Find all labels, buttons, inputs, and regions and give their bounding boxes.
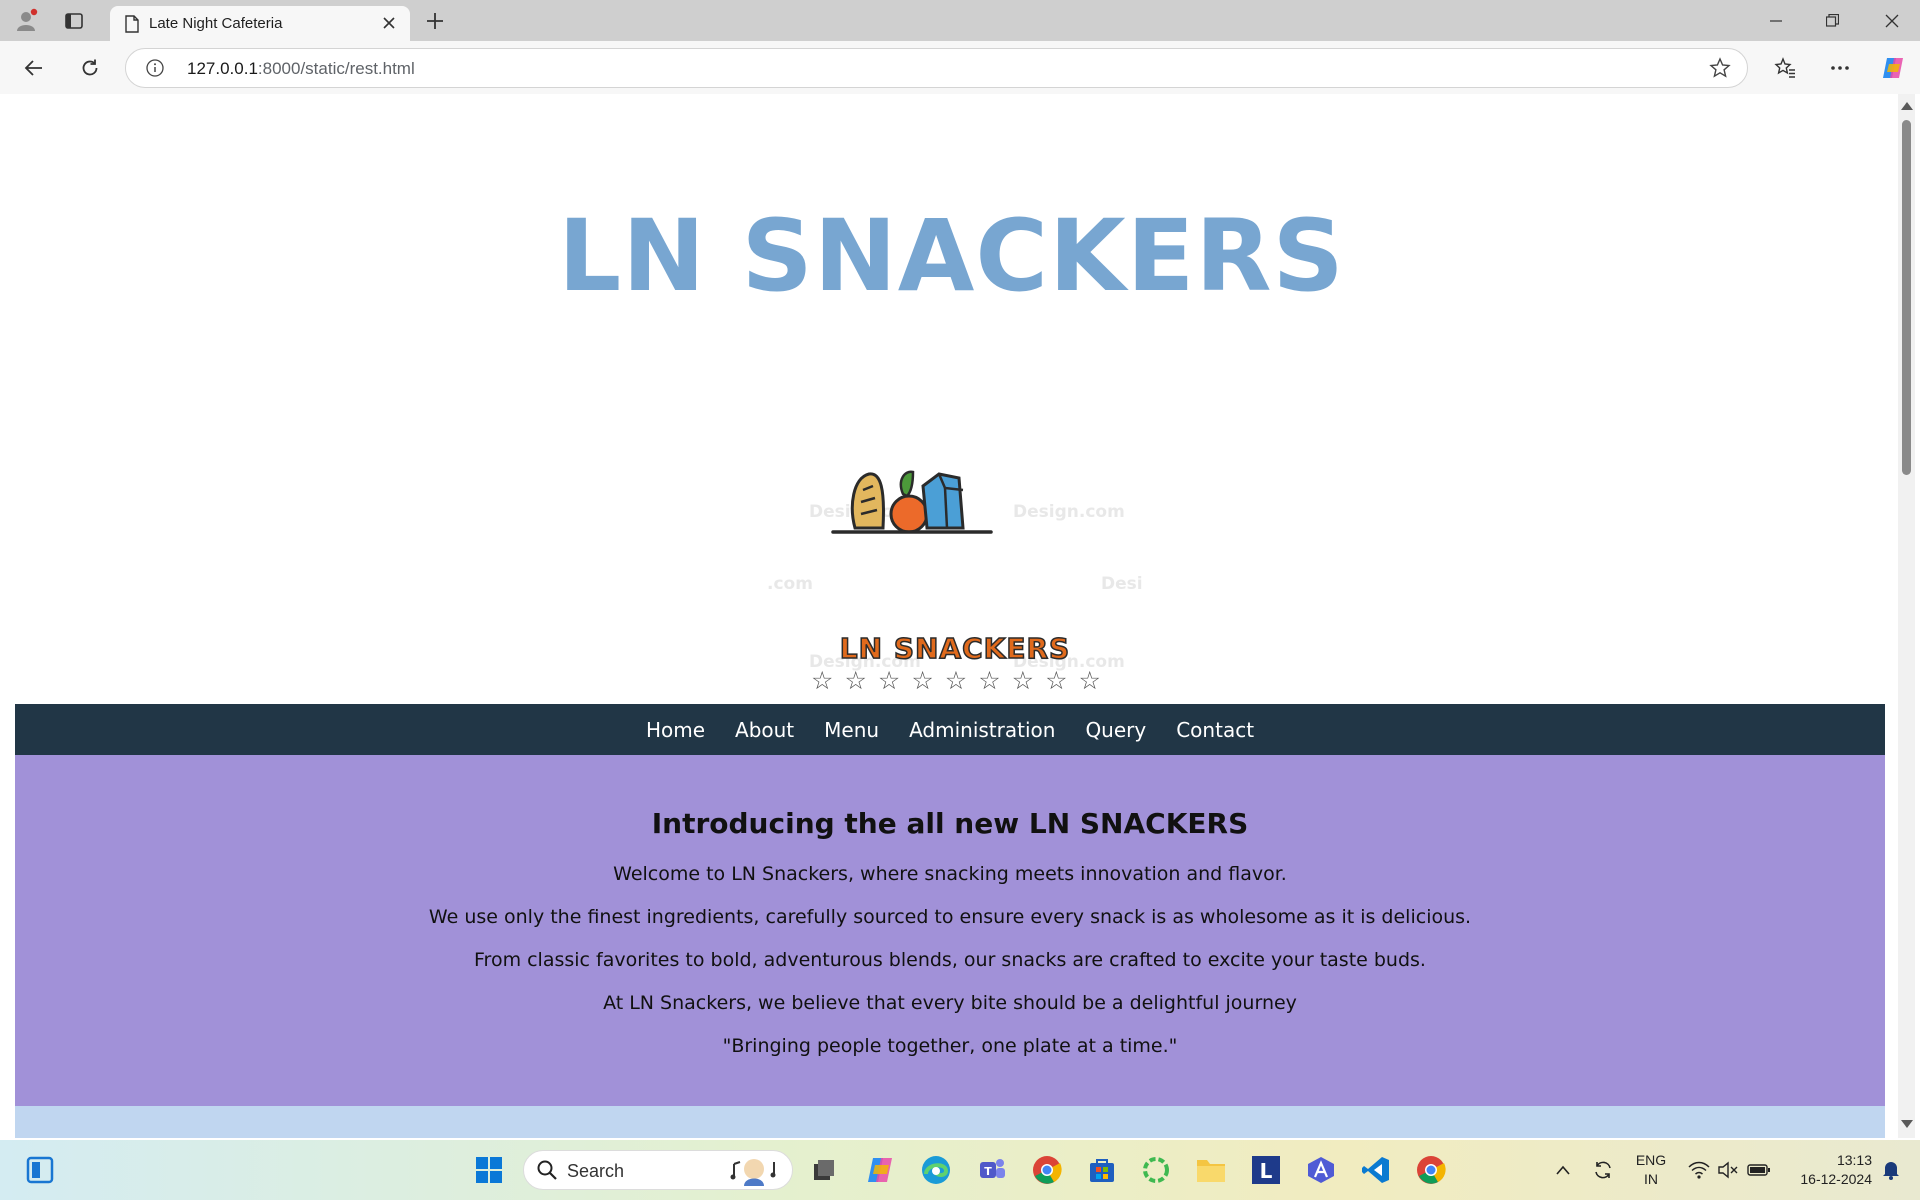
favorites-icon[interactable] — [1767, 50, 1803, 86]
copilot-app-icon[interactable] — [860, 1150, 900, 1190]
intro-heading: Introducing the all new LN SNACKERS — [651, 807, 1249, 840]
teams-icon[interactable]: T — [972, 1150, 1012, 1190]
store-icon[interactable] — [1082, 1150, 1122, 1190]
nav-link-menu[interactable]: Menu — [824, 718, 879, 742]
clock-date: 16-12-2024 — [1800, 1171, 1872, 1187]
browser-toolbar: 127.0.0.1:8000/static/rest.html — [0, 41, 1920, 94]
show-hidden-icons-icon[interactable] — [1548, 1140, 1578, 1200]
groceries-icon — [831, 470, 993, 534]
watermark-text: .com — [767, 574, 813, 594]
svg-text:L: L — [1260, 1159, 1273, 1183]
svg-text:T: T — [984, 1165, 992, 1178]
tab-title: Late Night Cafeteria — [149, 15, 283, 32]
language-code: ENG — [1635, 1152, 1667, 1168]
edge-icon[interactable] — [916, 1150, 956, 1190]
nav-link-contact[interactable]: Contact — [1176, 718, 1254, 742]
vscode-icon[interactable] — [1356, 1150, 1396, 1190]
back-icon[interactable] — [16, 50, 52, 86]
widgets-icon[interactable] — [20, 1150, 60, 1190]
favorite-star-icon[interactable] — [1709, 57, 1731, 83]
nav-link-query[interactable]: Query — [1085, 718, 1146, 742]
windows-start-icon[interactable] — [469, 1150, 509, 1190]
sync-icon[interactable] — [1586, 1140, 1620, 1200]
new-tab-icon[interactable] — [420, 6, 450, 36]
reload-icon[interactable] — [72, 50, 108, 86]
search-highlight-icon — [730, 1156, 782, 1190]
close-tab-icon[interactable] — [378, 12, 400, 34]
star-icon: ☆ — [844, 666, 867, 695]
windows-taskbar: Search T L ENG IN 13:13 16-12-2024 — [0, 1140, 1920, 1200]
star-icon: ☆ — [1011, 666, 1035, 695]
intro-line: At LN Snackers, we believe that every bi… — [603, 992, 1297, 1014]
taskbar-search-box[interactable]: Search — [523, 1150, 793, 1190]
wifi-icon[interactable] — [1684, 1140, 1714, 1200]
star-icon: ☆ — [944, 666, 968, 695]
nav-link-home[interactable]: Home — [646, 718, 705, 742]
language-indicator[interactable]: ENG IN — [1627, 1140, 1675, 1200]
watermark-text: Desi — [1101, 574, 1143, 594]
restore-icon[interactable] — [1804, 0, 1860, 41]
star-icon: ☆ — [911, 666, 934, 695]
search-icon — [536, 1159, 558, 1185]
search-placeholder: Search — [567, 1161, 625, 1181]
more-options-icon[interactable] — [1822, 50, 1858, 86]
tab-actions-icon[interactable] — [59, 6, 89, 36]
site-info-icon[interactable] — [146, 59, 164, 81]
url-text[interactable]: 127.0.0.1:8000/static/rest.html — [187, 59, 415, 79]
page-icon — [124, 15, 140, 37]
star-icon: ☆ — [811, 666, 834, 695]
address-bar[interactable]: 127.0.0.1:8000/static/rest.html — [125, 48, 1748, 88]
region-code: IN — [1644, 1171, 1658, 1187]
scroll-up-arrow-icon[interactable] — [1901, 102, 1913, 110]
page-viewport: LN SNACKERS Design.com Design.com .com D… — [5, 94, 1898, 1138]
a-app-icon[interactable] — [1301, 1150, 1341, 1190]
clock-time: 13:13 — [1836, 1152, 1872, 1168]
green-ring-app-icon[interactable] — [1136, 1150, 1176, 1190]
intro-line: Welcome to LN Snackers, where snacking m… — [613, 863, 1287, 885]
active-tab[interactable]: Late Night Cafeteria — [110, 6, 410, 41]
chrome-icon[interactable] — [1027, 1150, 1067, 1190]
browser-tab-bar: Late Night Cafeteria — [0, 0, 1920, 41]
intro-quote: "Bringing people together, one plate at … — [722, 1035, 1178, 1057]
rating-stars: ☆ ☆ ☆ ☆ ☆ ☆ ☆ ☆ ☆ — [811, 668, 1101, 693]
scroll-down-arrow-icon[interactable] — [1901, 1120, 1913, 1128]
star-icon: ☆ — [1045, 666, 1068, 695]
nav-link-administration[interactable]: Administration — [909, 718, 1055, 742]
site-title: LN SNACKERS — [558, 199, 1345, 314]
notification-bell-icon[interactable] — [1874, 1140, 1908, 1200]
copilot-icon[interactable] — [1875, 50, 1911, 86]
logo: Design.com Design.com .com Desi Design.c… — [745, 394, 1165, 744]
l-app-icon[interactable]: L — [1246, 1150, 1286, 1190]
logo-brand-text: LN SNACKERS — [839, 631, 1071, 666]
profile-icon[interactable] — [12, 6, 42, 36]
system-clock[interactable]: 13:13 16-12-2024 — [1776, 1140, 1872, 1200]
battery-icon[interactable] — [1744, 1140, 1774, 1200]
chrome-2-icon[interactable] — [1411, 1150, 1451, 1190]
scrollbar-thumb[interactable] — [1902, 120, 1911, 475]
intro-section: Introducing the all new LN SNACKERS Welc… — [15, 755, 1885, 1106]
next-section — [15, 1106, 1885, 1138]
intro-line: We use only the finest ingredients, care… — [428, 906, 1472, 928]
star-icon: ☆ — [978, 666, 1001, 695]
watermark-text: Design.com — [1013, 502, 1125, 522]
nav-link-about[interactable]: About — [735, 718, 794, 742]
minimize-icon[interactable] — [1748, 0, 1804, 41]
page-scrollbar[interactable] — [1898, 94, 1915, 1138]
task-view-icon[interactable] — [804, 1150, 844, 1190]
intro-line: From classic favorites to bold, adventur… — [474, 949, 1426, 971]
star-icon: ☆ — [877, 666, 901, 695]
star-icon: ☆ — [1078, 666, 1101, 695]
volume-muted-icon[interactable] — [1714, 1140, 1742, 1200]
close-window-icon[interactable] — [1864, 0, 1920, 41]
main-navbar: Home About Menu Administration Query Con… — [15, 704, 1885, 755]
file-explorer-icon[interactable] — [1191, 1150, 1231, 1190]
